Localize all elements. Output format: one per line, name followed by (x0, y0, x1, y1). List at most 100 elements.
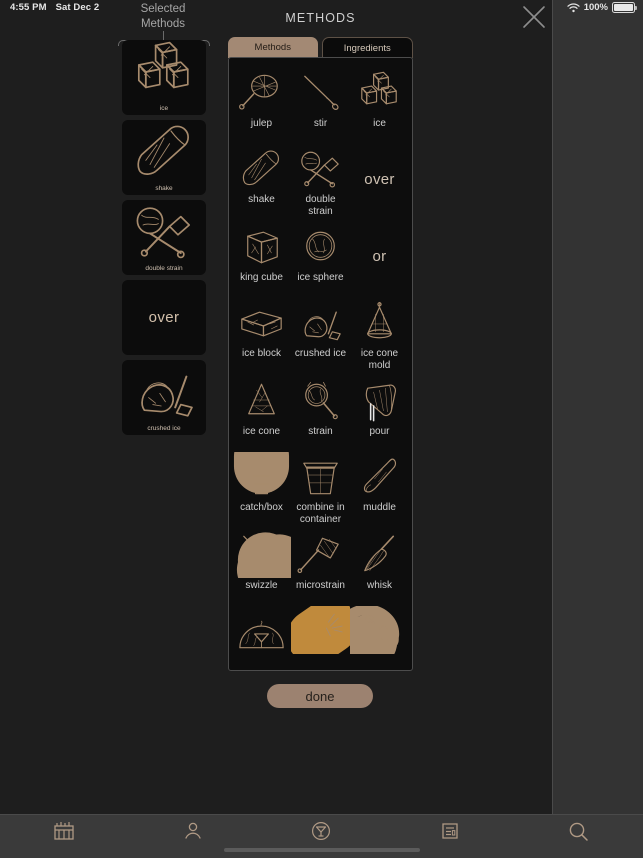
tab-bar-search-icon[interactable] (544, 821, 614, 842)
king-cube-icon (232, 222, 291, 270)
shaker-icon (232, 144, 291, 192)
muddler-icon (350, 452, 409, 500)
page-title: METHODS (285, 11, 356, 25)
method-label: whisk (366, 580, 392, 591)
close-icon[interactable] (521, 4, 547, 30)
ice-cone-icon (232, 376, 291, 424)
tab-bar-person-icon[interactable] (158, 821, 228, 841)
method-cell[interactable]: or (350, 218, 409, 294)
double-strain-icon (291, 144, 350, 192)
ice-cubes-icon (350, 68, 409, 116)
method-cell[interactable]: ice (350, 64, 409, 140)
method-label: stir (313, 118, 328, 129)
selected-methods-title: Selected Methods (108, 2, 218, 32)
container-icon (291, 452, 350, 500)
method-cell[interactable]: over (350, 140, 409, 218)
double-strain-icon (122, 200, 206, 265)
method-cell[interactable]: ice cone mold (350, 294, 409, 372)
method-label: shake (248, 194, 275, 205)
selected-title-line1: Selected (140, 3, 186, 15)
swizzle-stick-icon (232, 530, 291, 578)
method-cell[interactable]: microstrain (291, 526, 350, 602)
catch-box-icon (232, 452, 291, 500)
selected-method-card[interactable]: crushed ice (122, 360, 206, 435)
method-label: ice sphere (297, 272, 344, 283)
selected-method-card[interactable]: over (122, 280, 206, 355)
method-cell[interactable]: shake (232, 140, 291, 218)
method-cell[interactable]: muddle (350, 448, 409, 526)
selected-method-label: ice (159, 104, 169, 112)
method-cell[interactable]: catch/box (232, 448, 291, 526)
method-cell[interactable]: stir (291, 64, 350, 140)
ice-block-icon (232, 298, 291, 346)
method-label: ice cone (242, 426, 281, 437)
selected-methods-list: ice shake double strain over crushed ice (118, 40, 210, 440)
selected-method-card[interactable]: shake (122, 120, 206, 195)
right-side-pane (553, 0, 643, 814)
done-button[interactable]: done (267, 684, 373, 708)
selected-methods-column: Selected Methods ice shake double strain ov… (108, 0, 218, 740)
tab-ingredients[interactable]: Ingredients (321, 37, 413, 58)
selected-method-label: shake (155, 184, 173, 192)
selected-method-label: double strain (145, 264, 183, 272)
method-cell[interactable]: double strain (291, 140, 350, 218)
method-cell[interactable]: king cube (232, 218, 291, 294)
method-label: crushed ice (294, 348, 347, 359)
method-cell[interactable]: pour (350, 372, 409, 448)
method-cell[interactable]: strain (291, 372, 350, 448)
method-label: ice (373, 118, 386, 129)
microstrain-icon (291, 530, 350, 578)
method-label: pour (369, 426, 390, 437)
bracket-stem (163, 31, 164, 40)
method-cell[interactable]: julep (232, 64, 291, 140)
method-label (260, 654, 264, 656)
shaker-icon (122, 120, 206, 185)
method-label: king cube (240, 272, 283, 283)
app-root: 4:55 PM Sat Dec 2 100% Selected Methods … (0, 0, 643, 858)
method-label: ice cone mold (360, 348, 399, 371)
whisk-icon (350, 530, 409, 578)
method-cell[interactable]: combine in container (291, 448, 350, 526)
method-cell[interactable] (291, 602, 350, 670)
selected-method-text: over (148, 309, 180, 326)
selected-method-card[interactable]: double strain (122, 200, 206, 275)
method-cell[interactable]: whisk (350, 526, 409, 602)
methods-panel[interactable]: julep stir ice shake double strain over king c… (228, 57, 413, 671)
pane-divider (552, 0, 553, 814)
tab-bar-recipe-list-icon[interactable] (415, 821, 485, 841)
method-label: microstrain (296, 580, 345, 591)
home-indicator (223, 848, 420, 852)
julep-strainer-icon (232, 68, 291, 116)
method-label: strain (308, 426, 333, 437)
method-cell[interactable] (232, 602, 291, 670)
ice-sphere-icon (291, 222, 350, 270)
pour-icon (350, 376, 409, 424)
crushed-ice-icon (291, 298, 350, 346)
tab-bar-cocktail-icon[interactable] (286, 821, 356, 841)
method-label (378, 654, 382, 656)
method-cell[interactable]: ice cone (232, 372, 291, 448)
selected-title-line2: Methods (140, 18, 186, 30)
bottom-tab-bar (0, 814, 643, 858)
hawthorne-strainer-icon (291, 376, 350, 424)
bar-spoon-icon (291, 68, 350, 116)
tab-bar-bar-icon[interactable] (29, 821, 99, 841)
dome-glass-icon (232, 606, 291, 654)
method-label (319, 654, 323, 656)
method-label: ice block (242, 348, 281, 359)
method-text: or (372, 247, 387, 265)
method-cell[interactable] (350, 602, 409, 670)
method-label: julep (250, 118, 273, 129)
method-label: swizzle (245, 580, 278, 591)
method-cell[interactable]: crushed ice (291, 294, 350, 372)
selected-method-card[interactable]: ice (122, 40, 206, 115)
method-cell[interactable]: ice sphere (291, 218, 350, 294)
teapot-icon (350, 606, 409, 654)
method-label: double strain (305, 194, 336, 217)
method-cell[interactable]: swizzle (232, 526, 291, 602)
selected-method-label: crushed ice (147, 424, 181, 432)
method-label: muddle (363, 502, 396, 513)
method-cell[interactable]: ice block (232, 294, 291, 372)
crushed-ice-icon (122, 360, 206, 425)
tab-methods[interactable]: Methods (228, 37, 318, 58)
